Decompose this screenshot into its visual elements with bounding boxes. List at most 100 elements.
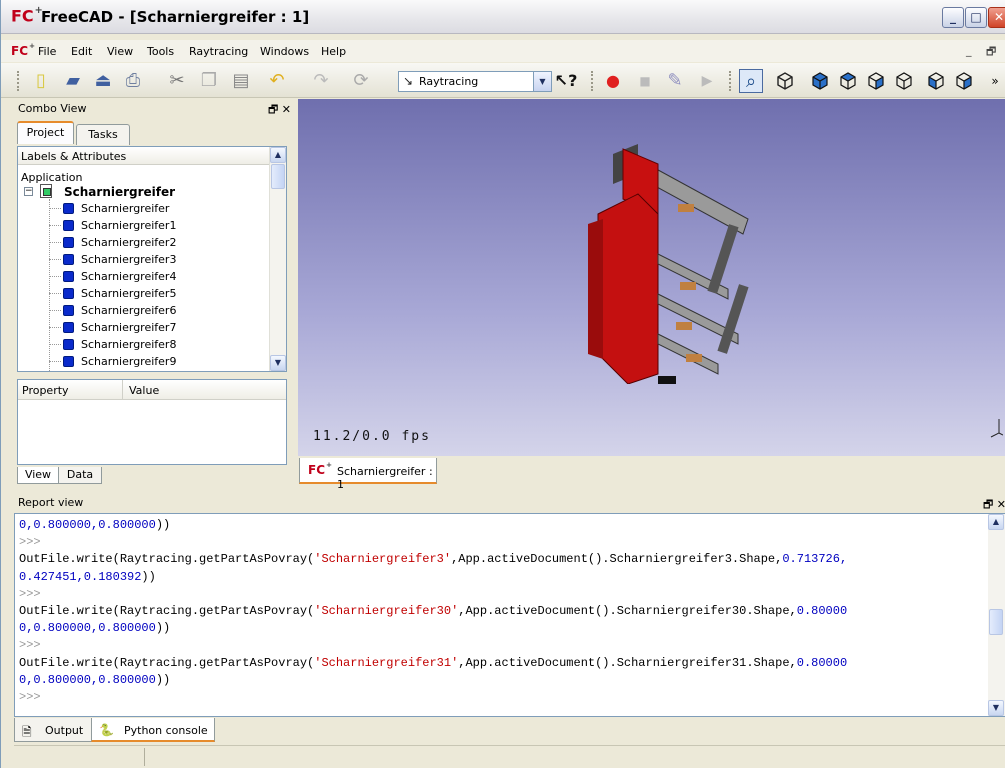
- document-icon: 🗎: [22, 725, 32, 739]
- top-icon[interactable]: [837, 70, 859, 92]
- console-line: 0,0.800000,0.800000)): [19, 621, 171, 636]
- fps-counter: 11.2/0.0 fps: [313, 429, 431, 444]
- scroll-up-icon[interactable]: ▲: [270, 147, 286, 163]
- tree-item[interactable]: Scharniergreifer7: [49, 319, 269, 336]
- tree-item[interactable]: Scharniergreifer1: [49, 217, 269, 234]
- scroll-up-icon[interactable]: ▲: [988, 514, 1004, 530]
- tab-project[interactable]: Project: [17, 121, 74, 144]
- undo-icon[interactable]: ↶: [265, 69, 289, 93]
- freecad-logo-icon: FC+: [308, 460, 333, 477]
- workbench-selector[interactable]: ↘ Raytracing ▼: [398, 71, 552, 92]
- document-tab[interactable]: FC+ Scharniergreifer : 1: [299, 458, 437, 491]
- title-bar[interactable]: FC+ FreeCAD - [Scharniergreifer : 1] _ □…: [1, 0, 1005, 34]
- python-console[interactable]: 0,0.800000,0.800000)) >>> OutFile.write(Ra…: [14, 513, 1005, 717]
- property-editor[interactable]: Property Value: [17, 379, 287, 465]
- part-icon: [63, 237, 74, 248]
- tree-scrollbar[interactable]: ▲ ▼: [269, 147, 286, 371]
- tree-item[interactable]: Scharniergreifer4: [49, 268, 269, 285]
- tree-item[interactable]: Scharniergreifer8: [49, 336, 269, 353]
- toolbar-grip[interactable]: [591, 71, 594, 91]
- menu-view[interactable]: View: [107, 45, 133, 58]
- tab-data[interactable]: Data: [58, 467, 102, 484]
- tree-item[interactable]: Scharniergreifer6: [49, 302, 269, 319]
- status-bar: [14, 745, 1005, 768]
- save-icon[interactable]: ⏏: [91, 69, 115, 93]
- project-tree[interactable]: Labels & Attributes Application − Scharn…: [17, 146, 287, 372]
- collapse-icon[interactable]: −: [24, 187, 33, 196]
- toolbar-overflow[interactable]: »: [987, 69, 1003, 93]
- console-line: 0.427451,0.180392)): [19, 569, 156, 584]
- record-macro-icon[interactable]: ●: [601, 69, 625, 93]
- tab-tasks[interactable]: Tasks: [76, 124, 130, 145]
- close-button[interactable]: ✕: [988, 7, 1005, 28]
- console-line: >>>: [19, 638, 41, 653]
- tree-item[interactable]: Scharniergreifer9: [49, 353, 269, 370]
- raytracing-icon: ↘: [403, 74, 414, 88]
- open-icon[interactable]: ▰: [61, 69, 85, 93]
- stop-macro-icon[interactable]: ■: [633, 69, 657, 93]
- tree-item[interactable]: Scharniergreifer3: [49, 251, 269, 268]
- axometric-icon[interactable]: [774, 70, 796, 92]
- workbench-label: Raytracing: [419, 75, 479, 88]
- freecad-window: FC+ FreeCAD - [Scharniergreifer : 1] _ □…: [0, 0, 1005, 768]
- menu-tools[interactable]: Tools: [147, 45, 174, 58]
- paste-icon[interactable]: ▤: [229, 69, 253, 93]
- tree-document[interactable]: Scharniergreifer: [64, 185, 175, 199]
- front-icon[interactable]: [809, 70, 831, 92]
- redo-icon[interactable]: ↷: [309, 69, 333, 93]
- refresh-icon[interactable]: ⟳: [349, 69, 373, 93]
- rear-icon[interactable]: [893, 70, 915, 92]
- part-icon: [63, 271, 74, 282]
- menu-windows[interactable]: Windows: [260, 45, 309, 58]
- mdi-restore-button[interactable]: 🗗: [986, 43, 996, 62]
- tab-python-console[interactable]: 🐍 Python console: [91, 718, 215, 742]
- tree-item-partial[interactable]: [49, 370, 269, 371]
- menu-edit[interactable]: Edit: [71, 45, 92, 58]
- tree-item[interactable]: Scharniergreifer5: [49, 285, 269, 302]
- menu-raytracing[interactable]: Raytracing: [189, 45, 248, 58]
- 3d-view[interactable]: 11.2/0.0 fps: [298, 99, 1005, 456]
- chevron-down-icon[interactable]: ▼: [533, 72, 551, 91]
- menu-file[interactable]: File: [38, 45, 56, 58]
- console-scrollbar[interactable]: ▲ ▼: [988, 514, 1005, 716]
- freecad-logo-icon[interactable]: FC+: [11, 42, 35, 57]
- tab-view[interactable]: View: [17, 467, 59, 484]
- tree-item[interactable]: Scharniergreifer2: [49, 234, 269, 251]
- toolbar-grip[interactable]: [17, 71, 20, 91]
- bottom-icon[interactable]: [925, 70, 947, 92]
- console-line: >>>: [19, 690, 41, 704]
- menu-bar: FC+ File Edit View Tools Raytracing Wind…: [1, 40, 1005, 62]
- print-icon[interactable]: ⎙: [121, 69, 145, 93]
- property-column-header[interactable]: Property: [18, 380, 123, 400]
- right-icon[interactable]: [865, 70, 887, 92]
- part-icon: [63, 203, 74, 214]
- fit-all-icon[interactable]: ⌕: [739, 69, 763, 93]
- part-icon: [63, 305, 74, 316]
- scroll-down-icon[interactable]: ▼: [988, 700, 1004, 716]
- combo-float-close-buttons[interactable]: 🗗 ✕: [268, 101, 291, 120]
- part-icon: [63, 356, 74, 367]
- scroll-thumb[interactable]: [989, 609, 1003, 635]
- scroll-thumb[interactable]: [271, 164, 285, 189]
- mdi-minimize-button[interactable]: _: [966, 44, 972, 57]
- run-macro-icon[interactable]: ▶: [695, 69, 719, 93]
- new-icon[interactable]: ▯: [29, 69, 53, 93]
- toolbar: ▯ ▰ ⏏ ⎙ ✂ ❐ ▤ ↶ ↷ ⟳ ↘ Raytracing ▼ ↖? ● …: [1, 63, 1005, 98]
- toolbar-grip[interactable]: [729, 71, 732, 91]
- cut-icon[interactable]: ✂: [165, 69, 189, 93]
- left-icon[interactable]: [953, 70, 975, 92]
- tree-item[interactable]: Scharniergreifer: [49, 200, 269, 217]
- whats-this-icon[interactable]: ↖?: [554, 69, 578, 93]
- scroll-down-icon[interactable]: ▼: [270, 355, 286, 371]
- maximize-button[interactable]: □: [965, 7, 987, 28]
- value-column-header[interactable]: Value: [123, 380, 286, 400]
- console-line: 0,0.800000,0.800000)): [19, 518, 171, 532]
- copy-icon[interactable]: ❐: [197, 69, 221, 93]
- minimize-button[interactable]: _: [942, 7, 964, 28]
- menu-help[interactable]: Help: [321, 45, 346, 58]
- tab-output[interactable]: 🗎 Output: [14, 718, 92, 742]
- console-line: OutFile.write(Raytracing.getPartAsPovray…: [19, 655, 848, 670]
- combo-view-title: Combo View 🗗 ✕: [14, 100, 295, 118]
- edit-macro-icon[interactable]: ✎: [663, 69, 687, 93]
- status-divider: [144, 748, 145, 766]
